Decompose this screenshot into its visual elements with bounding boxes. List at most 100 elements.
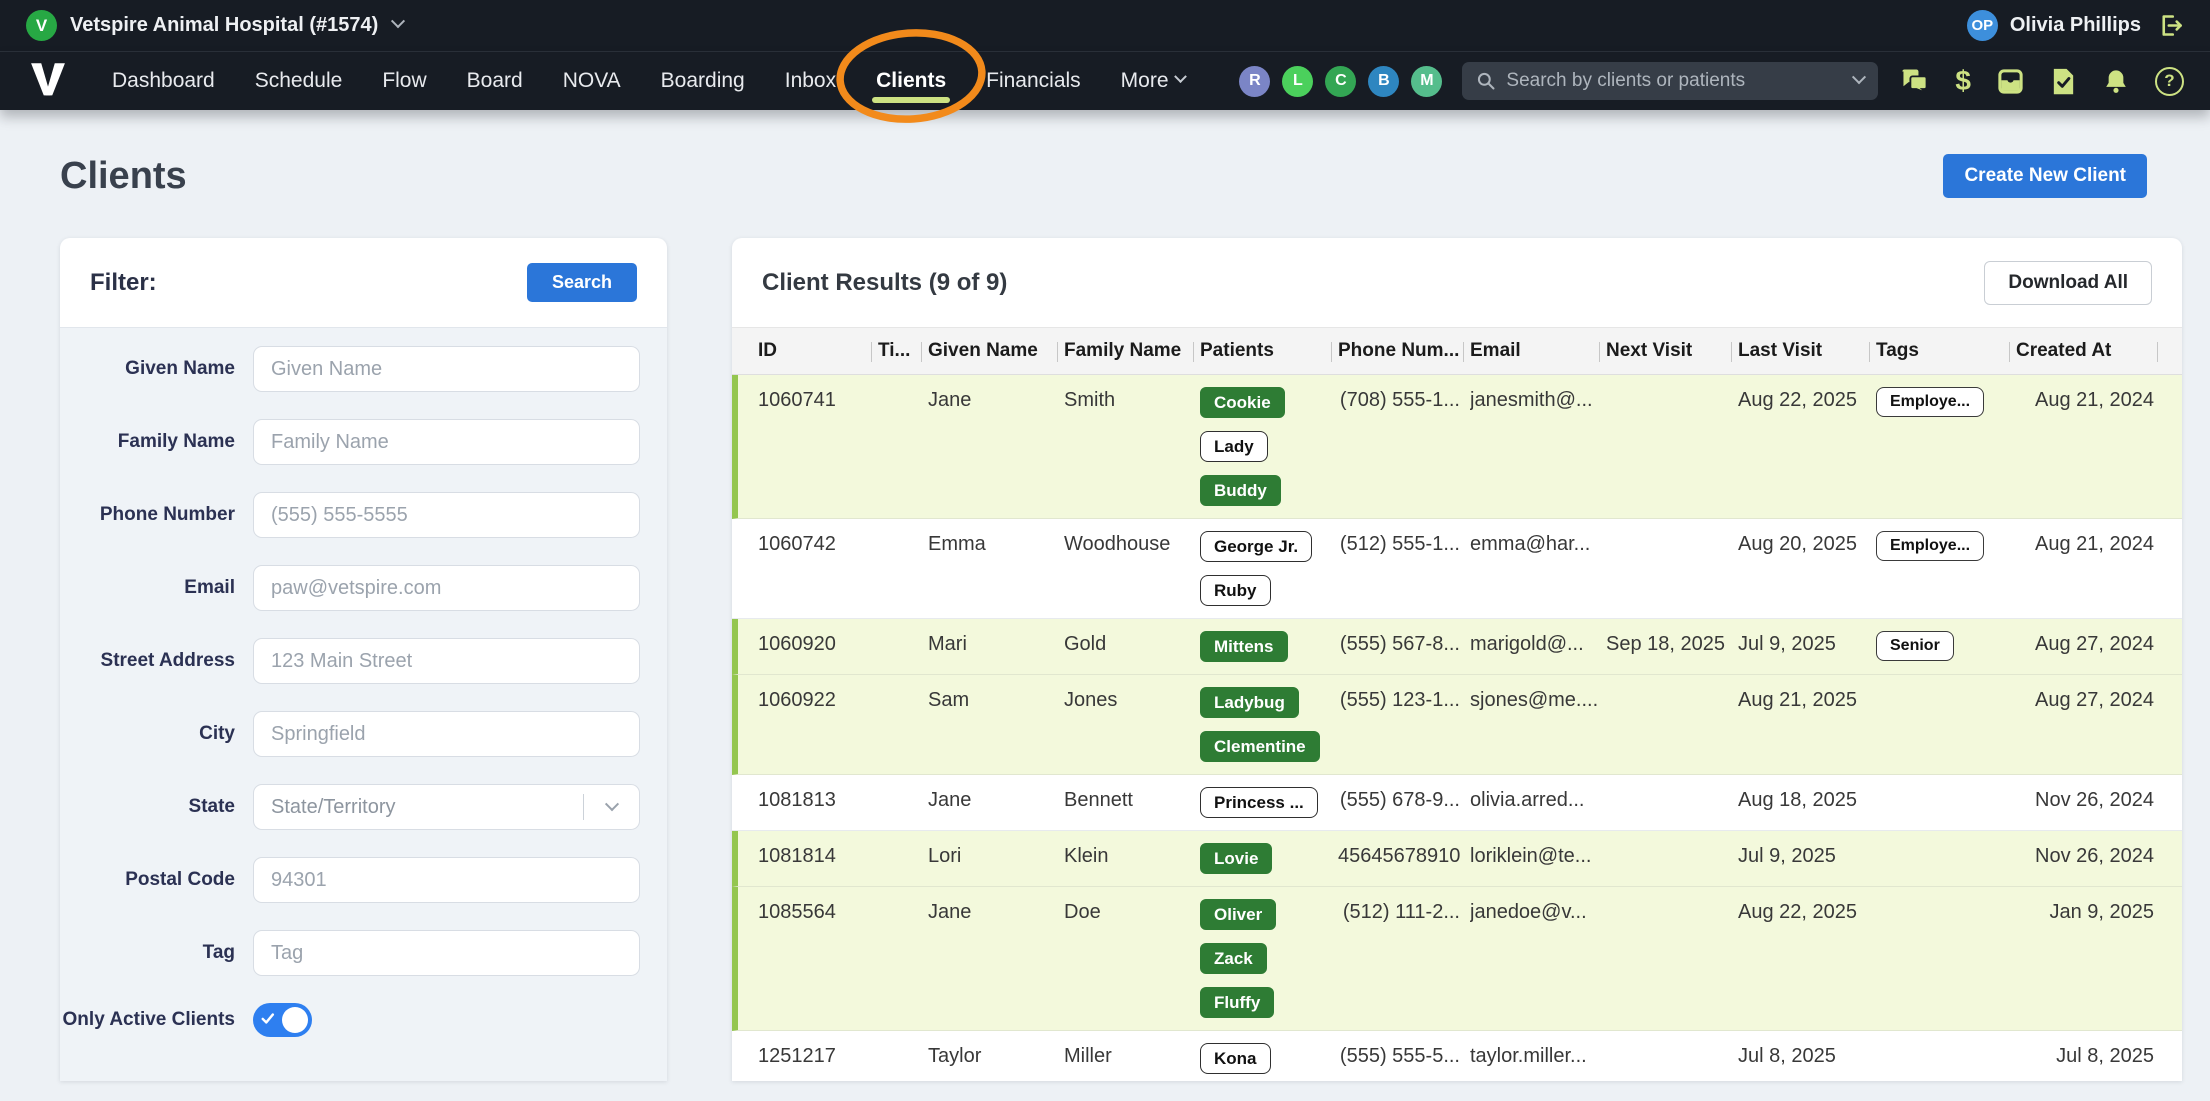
nav-item-inbox[interactable]: Inbox (785, 52, 836, 110)
column-header-patients[interactable]: Patients (1200, 328, 1338, 374)
patient-chip[interactable]: Buddy (1200, 475, 1281, 506)
logout-icon[interactable] (2157, 12, 2184, 39)
nav-item-flow[interactable]: Flow (382, 52, 426, 110)
cell-tags (1876, 887, 2016, 911)
clients-page: Clients Create New Client Filter: Search… (0, 110, 2210, 1081)
field-label-email: Email (60, 577, 235, 599)
patient-chip[interactable]: Lovie (1200, 843, 1272, 874)
given-name-input[interactable] (253, 346, 640, 392)
table-row[interactable]: 1251217TaylorMillerKona(555) 555-5...tay… (732, 1031, 2182, 1081)
column-header-next-visit[interactable]: Next Visit (1606, 328, 1738, 374)
table-row[interactable]: 1085564JaneDoeOliverZackFluffy(512) 111-… (732, 887, 2182, 1031)
patient-chip[interactable]: Zack (1200, 943, 1267, 974)
patient-chip[interactable]: Clementine (1200, 731, 1320, 762)
column-header-tags[interactable]: Tags (1876, 328, 2016, 374)
nav-item-financials[interactable]: Financials (986, 52, 1081, 110)
search-placeholder: Search by clients or patients (1506, 70, 1844, 92)
email-input[interactable] (253, 565, 640, 611)
patient-chip[interactable]: Mittens (1200, 631, 1288, 662)
cell-email: loriklein@te... (1470, 831, 1606, 881)
column-header-created-at[interactable]: Created At (2016, 328, 2164, 374)
staff-avatar-b[interactable]: B (1368, 66, 1399, 97)
filter-title: Filter: (90, 269, 157, 297)
tag-chip[interactable]: Employe... (1876, 531, 1984, 561)
filter-field-city: City (60, 711, 640, 757)
cell-family-name: Smith (1064, 375, 1200, 425)
chevron-down-icon[interactable] (1852, 70, 1866, 84)
cell-tags: Employe... (1876, 375, 2016, 429)
patient-chip[interactable]: Ladybug (1200, 687, 1299, 718)
cell-last-visit: Aug 22, 2025 (1738, 887, 1876, 937)
messages-icon[interactable] (1900, 67, 1930, 95)
column-header-email[interactable]: Email (1470, 328, 1606, 374)
state-select[interactable]: State/Territory (253, 784, 640, 830)
tag-input[interactable] (253, 930, 640, 976)
phone-number-input[interactable] (253, 492, 640, 538)
staff-avatar-l[interactable]: L (1282, 66, 1313, 97)
cell-given-name: Jane (928, 887, 1064, 937)
filter-search-button[interactable]: Search (527, 263, 637, 302)
field-label-state: State (60, 796, 235, 818)
create-new-client-button[interactable]: Create New Client (1943, 154, 2147, 198)
results-title: Client Results (9 of 9) (762, 269, 1007, 297)
city-input[interactable] (253, 711, 640, 757)
table-row[interactable]: 1081813JaneBennettPrincess ...(555) 678-… (732, 775, 2182, 831)
vetspire-logo-icon[interactable] (26, 61, 70, 101)
cell-title (878, 831, 928, 858)
postal-code-input[interactable] (253, 857, 640, 903)
payments-icon[interactable]: $ (1955, 67, 1971, 95)
patient-chip[interactable]: Oliver (1200, 899, 1276, 930)
column-header-given-name[interactable]: Given Name (928, 328, 1064, 374)
nav-item-board[interactable]: Board (467, 52, 523, 110)
column-header-family-name[interactable]: Family Name (1064, 328, 1200, 374)
patient-chip[interactable]: Fluffy (1200, 987, 1274, 1018)
global-search-input[interactable]: Search by clients or patients (1462, 62, 1878, 100)
nav-item-schedule[interactable]: Schedule (255, 52, 343, 110)
cell-next-visit (1606, 1031, 1738, 1058)
download-all-button[interactable]: Download All (1984, 261, 2152, 305)
patient-chip[interactable]: Kona (1200, 1043, 1271, 1074)
notifications-icon[interactable] (2102, 67, 2130, 96)
table-row[interactable]: 1060920MariGoldMittens(555) 567-8...mari… (732, 619, 2182, 675)
column-header-ti[interactable]: Ti... (878, 328, 928, 374)
cell-title (878, 675, 928, 702)
patient-chip[interactable]: Cookie (1200, 387, 1285, 418)
table-row[interactable]: 1060742EmmaWoodhouseGeorge Jr.Ruby(512) … (732, 519, 2182, 619)
only-active-clients-toggle[interactable] (253, 1003, 312, 1037)
nav-item-label: Clients (876, 69, 946, 93)
nav-item-clients[interactable]: Clients (876, 52, 946, 110)
patient-chip[interactable]: Lady (1200, 431, 1268, 462)
table-row[interactable]: 1081814LoriKleinLovie45645678910loriklei… (732, 831, 2182, 887)
column-header-last-visit[interactable]: Last Visit (1738, 328, 1876, 374)
chevron-down-icon (391, 14, 405, 28)
tasks-icon[interactable] (2050, 67, 2077, 96)
staff-avatar-r[interactable]: R (1239, 66, 1270, 97)
staff-avatar-c[interactable]: C (1325, 66, 1356, 97)
street-address-input[interactable] (253, 638, 640, 684)
patient-chip[interactable]: George Jr. (1200, 531, 1312, 562)
inbox-tray-icon[interactable] (1996, 67, 2025, 96)
user-avatar[interactable]: OP (1967, 10, 1998, 41)
patient-chip[interactable]: Princess ... (1200, 787, 1318, 818)
cell-email: taylor.miller... (1470, 1031, 1606, 1081)
table-row[interactable]: 1060922SamJonesLadybugClementine(555) 12… (732, 675, 2182, 775)
column-header-phone-num[interactable]: Phone Num... (1338, 328, 1470, 374)
tag-chip[interactable]: Senior (1876, 631, 1954, 661)
active-tab-underline (872, 97, 950, 103)
family-name-input[interactable] (253, 419, 640, 465)
table-row[interactable]: 1060741JaneSmithCookieLadyBuddy(708) 555… (732, 375, 2182, 519)
cell-patients: Princess ... (1200, 775, 1338, 830)
staff-avatar-m[interactable]: M (1411, 66, 1442, 97)
help-icon[interactable]: ? (2155, 67, 2184, 96)
cell-created-at: Nov 26, 2024 (2016, 831, 2164, 881)
nav-item-nova[interactable]: NOVA (563, 52, 621, 110)
org-switcher[interactable]: V Vetspire Animal Hospital (#1574) (26, 10, 403, 41)
nav-item-label: Schedule (255, 69, 343, 93)
patient-chip[interactable]: Ruby (1200, 575, 1271, 606)
nav-item-more[interactable]: More (1121, 52, 1185, 110)
column-header-id[interactable]: ID (758, 328, 878, 374)
cell-next-visit (1606, 775, 1738, 802)
nav-item-dashboard[interactable]: Dashboard (112, 52, 215, 110)
tag-chip[interactable]: Employe... (1876, 387, 1984, 417)
nav-item-boarding[interactable]: Boarding (661, 52, 745, 110)
